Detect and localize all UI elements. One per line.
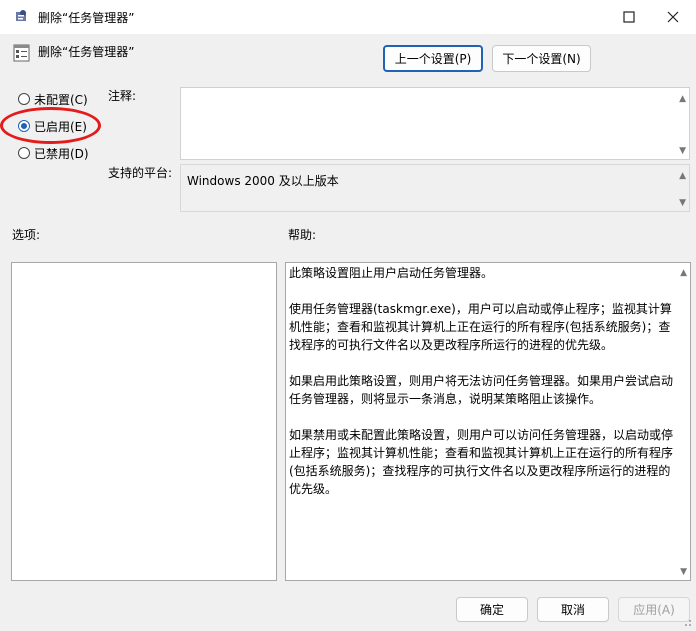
platform-value: Windows 2000 及以上版本 [187,174,339,188]
options-label: 选项: [12,228,41,242]
comment-label: 注释: [108,89,137,103]
help-paragraph: 使用任务管理器(taskmgr.exe)，用户可以启动或停止程序；监视其计算机性… [289,302,672,352]
policy-setting-icon [13,44,30,62]
radio-not-configured[interactable] [18,93,30,105]
policy-title: 删除“任务管理器” [38,45,135,59]
annotation-circle [0,107,101,144]
radio-not-configured-label[interactable]: 未配置(C) [34,91,88,108]
close-button[interactable] [650,0,696,34]
next-setting-button[interactable]: 下一个设置(N) [492,45,591,72]
previous-setting-button[interactable]: 上一个设置(P) [383,45,483,72]
maximize-button[interactable] [606,0,652,34]
platform-field: Windows 2000 及以上版本 ▲ ▼ [180,164,690,212]
scroll-down-icon[interactable]: ▼ [680,567,687,577]
maximize-icon [623,11,635,23]
options-panel [11,262,277,581]
apply-button[interactable]: 应用(A) [618,597,690,622]
scroll-up-icon[interactable]: ▲ [679,94,686,104]
ok-button[interactable]: 确定 [456,597,528,622]
radio-disabled-label[interactable]: 已禁用(D) [34,145,89,162]
group-policy-icon [16,10,26,21]
help-paragraph: 如果禁用或未配置此策略设置，则用户可以访问任务管理器，以启动或停止程序；监视其计… [289,428,674,496]
scroll-up-icon[interactable]: ▲ [680,268,687,278]
help-paragraph: 如果启用此策略设置，则用户将无法访问任务管理器。如果用户尝试启动任务管理器，则将… [289,374,674,406]
cancel-button[interactable]: 取消 [537,597,609,622]
close-icon [667,11,679,23]
window-title: 删除“任务管理器” [38,11,135,25]
scroll-down-icon[interactable]: ▼ [679,146,686,156]
resize-grip-icon[interactable] [682,617,692,627]
comment-textarea[interactable]: ▲ ▼ [180,87,690,160]
help-label: 帮助: [288,228,317,242]
help-text: 此策略设置阻止用户启动任务管理器。 使用任务管理器(taskmgr.exe)，用… [289,264,673,516]
radio-disabled[interactable] [18,147,30,159]
platform-label: 支持的平台: [108,166,173,180]
help-paragraph: 此策略设置阻止用户启动任务管理器。 [289,266,494,280]
scroll-up-icon[interactable]: ▲ [679,171,686,181]
scroll-down-icon[interactable]: ▼ [679,198,686,208]
comment-value [182,89,662,158]
